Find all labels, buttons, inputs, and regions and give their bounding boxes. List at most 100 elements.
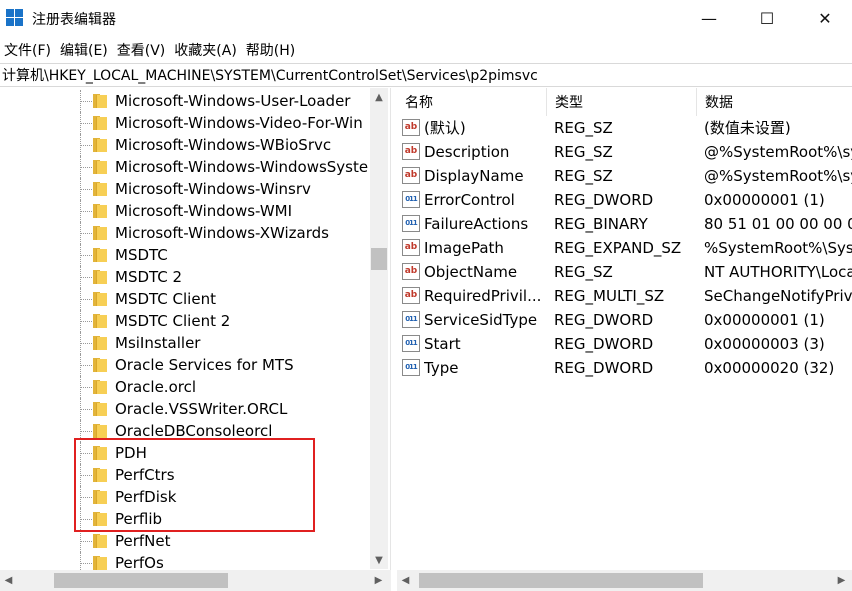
tree-item-label: PerfNet (115, 532, 171, 550)
scroll-down-arrow-icon[interactable]: ▼ (370, 551, 388, 569)
folder-icon (93, 138, 108, 152)
tree-item-label: MsiInstaller (115, 334, 201, 352)
value-row[interactable]: 011 Type REG_DWORD 0x00000020 (32) (397, 356, 852, 380)
tree-item-label: Microsoft-Windows-Winsrv (115, 180, 311, 198)
column-header-type[interactable]: 类型 (547, 88, 697, 116)
minimize-button[interactable]: — (686, 0, 732, 36)
menu-file[interactable]: 文件(F) (0, 40, 56, 60)
folder-icon (93, 402, 108, 416)
value-name: ErrorControl (424, 191, 515, 209)
value-type: REG_DWORD (554, 359, 654, 377)
value-row[interactable]: ab Description REG_SZ @%SystemRoot%\sy (397, 140, 852, 164)
tree-item[interactable]: MsiInstaller (0, 332, 370, 354)
folder-icon (93, 160, 108, 174)
folder-icon (93, 534, 108, 548)
close-button[interactable]: ✕ (802, 0, 848, 36)
menu-view[interactable]: 查看(V) (113, 40, 171, 60)
scroll-right-arrow-icon[interactable]: ▶ (833, 570, 850, 591)
value-type: REG_SZ (554, 119, 613, 137)
address-path: 计算机\HKEY_LOCAL_MACHINE\SYSTEM\CurrentCon… (2, 68, 538, 84)
tree-item-label: Oracle.VSSWriter.ORCL (115, 400, 288, 418)
value-row[interactable]: ab RequiredPrivil... REG_MULTI_SZ SeChangeN… (397, 284, 852, 308)
string-value-icon: ab (402, 167, 420, 184)
tree-item[interactable]: Microsoft-Windows-WMI (0, 200, 370, 222)
tree-item[interactable]: Microsoft-Windows-WindowsSyste (0, 156, 370, 178)
tree-item[interactable]: Oracle Services for MTS (0, 354, 370, 376)
value-row[interactable]: 011 ServiceSidType REG_DWORD 0x00000001 (1) (397, 308, 852, 332)
scroll-right-arrow-icon[interactable]: ▶ (370, 570, 387, 591)
value-row[interactable]: ab ObjectName REG_SZ NT AUTHORITY\Loca (397, 260, 852, 284)
tree-item[interactable]: MSDTC Client (0, 288, 370, 310)
tree-item[interactable]: Microsoft-Windows-XWizards (0, 222, 370, 244)
menu-edit[interactable]: 编辑(E) (56, 40, 113, 60)
value-row[interactable]: ab DisplayName REG_SZ @%SystemRoot%\sy (397, 164, 852, 188)
tree-item[interactable]: Microsoft-Windows-User-Loader (0, 90, 370, 112)
folder-icon (93, 556, 108, 570)
string-value-icon: ab (402, 263, 420, 280)
value-data: %SystemRoot%\Syst (704, 239, 852, 257)
tree-item-label: Oracle Services for MTS (115, 356, 294, 374)
binary-value-icon: 011 (402, 359, 420, 376)
value-name: ImagePath (424, 239, 504, 257)
value-data: SeChangeNotifyPrivi (704, 287, 852, 305)
folder-icon (93, 226, 108, 240)
tree-item-label: Microsoft-Windows-WMI (115, 202, 293, 220)
folder-icon (93, 380, 108, 394)
value-row[interactable]: 011 Start REG_DWORD 0x00000003 (3) (397, 332, 852, 356)
key-tree-pane: Microsoft-Windows-User-Loader Microsoft-W… (0, 88, 391, 591)
value-row[interactable]: 011 FailureActions REG_BINARY 80 51 01 00 0… (397, 212, 852, 236)
string-value-icon: ab (402, 143, 420, 160)
binary-value-icon: 011 (402, 215, 420, 232)
value-row[interactable]: 011 ErrorControl REG_DWORD 0x00000001 (1) (397, 188, 852, 212)
title-bar: 注册表编辑器 — ☐ ✕ (0, 0, 852, 38)
tree-item[interactable]: MSDTC 2 (0, 266, 370, 288)
folder-icon (93, 182, 108, 196)
tree-vertical-scrollbar[interactable]: ▲ ▼ (370, 88, 388, 569)
tree-item-label: Microsoft-Windows-WindowsSyste (115, 158, 369, 176)
regedit-app-icon (6, 9, 24, 27)
values-horizontal-scroll-thumb[interactable] (419, 573, 703, 588)
minimize-icon: — (701, 8, 717, 28)
maximize-button[interactable]: ☐ (744, 0, 790, 36)
value-row[interactable]: ab (默认) REG_SZ (数值未设置) (397, 116, 852, 140)
tree-item-label: Microsoft-Windows-User-Loader (115, 92, 351, 110)
menu-favorites[interactable]: 收藏夹(A) (170, 40, 242, 60)
tree-horizontal-scroll-thumb[interactable] (54, 573, 228, 588)
value-name: Start (424, 335, 461, 353)
value-name: (默认) (424, 119, 466, 137)
value-data: 0x00000001 (1) (704, 311, 825, 329)
tree-item[interactable]: Oracle.orcl (0, 376, 370, 398)
value-name: Type (424, 359, 459, 377)
tree-item-label: MSDTC Client (115, 290, 216, 308)
scroll-left-arrow-icon[interactable]: ◀ (0, 570, 17, 591)
tree-item[interactable]: MSDTC (0, 244, 370, 266)
string-value-icon: ab (402, 239, 420, 256)
tree-item-label: Microsoft-Windows-XWizards (115, 224, 329, 242)
scroll-left-arrow-icon[interactable]: ◀ (397, 570, 414, 591)
tree-item[interactable]: PerfNet (0, 530, 370, 552)
tree-item[interactable]: Microsoft-Windows-Winsrv (0, 178, 370, 200)
tree-item[interactable]: Microsoft-Windows-Video-For-Win (0, 112, 370, 134)
tree-vertical-scroll-thumb[interactable] (371, 248, 387, 270)
tree-item[interactable]: MSDTC Client 2 (0, 310, 370, 332)
folder-icon (93, 292, 108, 306)
value-row[interactable]: ab ImagePath REG_EXPAND_SZ %SystemRoot%\Sys… (397, 236, 852, 260)
scroll-up-arrow-icon[interactable]: ▲ (370, 88, 388, 106)
tree-item[interactable]: Oracle.VSSWriter.ORCL (0, 398, 370, 420)
value-data: @%SystemRoot%\sy (704, 167, 852, 185)
column-header-name[interactable]: 名称 (397, 88, 547, 116)
values-horizontal-scrollbar[interactable]: ◀ ▶ (397, 570, 852, 591)
folder-icon (93, 270, 108, 284)
close-icon: ✕ (818, 8, 832, 28)
value-data: 0x00000001 (1) (704, 191, 825, 209)
value-name: ObjectName (424, 263, 518, 281)
folder-icon (93, 314, 108, 328)
tree-horizontal-scrollbar[interactable]: ◀ ▶ (0, 570, 391, 591)
value-type: REG_BINARY (554, 215, 648, 233)
column-header-data[interactable]: 数据 (697, 88, 852, 116)
tree-item[interactable]: Microsoft-Windows-WBioSrvc (0, 134, 370, 156)
address-bar[interactable]: 计算机\HKEY_LOCAL_MACHINE\SYSTEM\CurrentCon… (0, 63, 852, 87)
menu-help[interactable]: 帮助(H) (242, 40, 300, 60)
value-name: DisplayName (424, 167, 524, 185)
value-data: 80 51 01 00 00 00 00 (704, 215, 852, 233)
